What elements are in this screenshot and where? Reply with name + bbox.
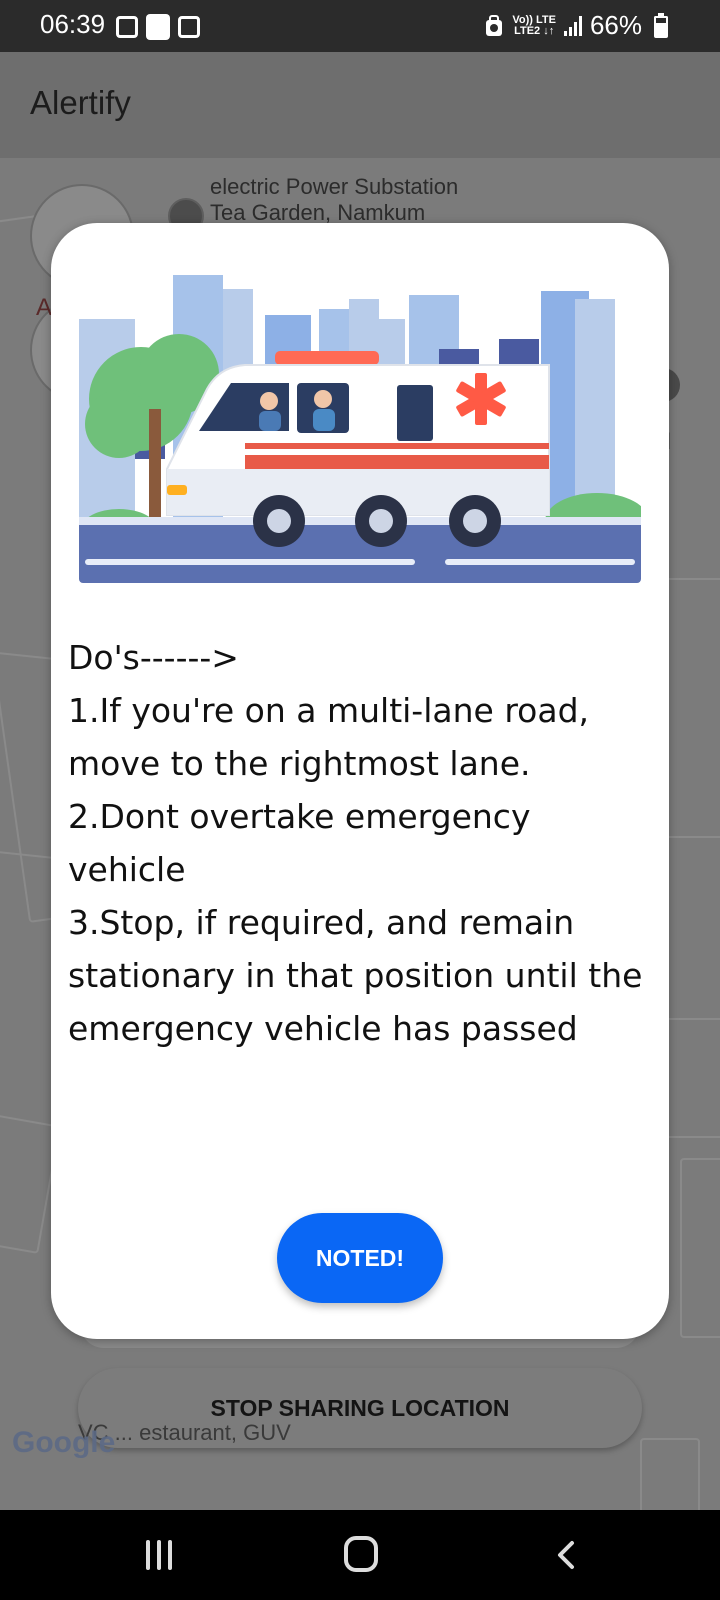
dos-dialog: Do's------> 1.If you're on a multi-lane … <box>51 223 669 1339</box>
status-icons-right: Vo)) LTE LTE2 ↓↑ 66% <box>484 10 670 41</box>
camera-icon <box>178 16 200 38</box>
map-place-line1: electric Power Substation <box>210 174 459 199</box>
back-icon[interactable] <box>552 1540 582 1570</box>
status-icons-left <box>116 14 200 40</box>
map-road <box>640 1438 700 1510</box>
puzzle-icon <box>146 14 170 40</box>
ambulance-illustration <box>79 275 641 583</box>
network-indicator: Vo)) LTE LTE2 ↓↑ <box>512 13 556 37</box>
app-title: Alertify <box>30 84 131 121</box>
network-bottom-label: LTE2 ↓↑ <box>514 24 555 37</box>
gallery-icon <box>116 16 138 38</box>
network-top-label: Vo)) LTE <box>512 13 556 26</box>
signal-icon <box>563 15 582 36</box>
map-road <box>680 1158 720 1338</box>
status-bar: 06:39 Vo)) LTE LTE2 ↓↑ 66% <box>0 0 720 52</box>
map-place-label: electric Power Substation Tea Garden, Na… <box>210 174 458 226</box>
app-header: Alertify <box>0 52 720 158</box>
battery-icon <box>654 13 668 38</box>
map-road <box>660 1018 720 1138</box>
google-logo: Google <box>12 1426 116 1459</box>
navigation-bar <box>0 1510 720 1600</box>
battery-percentage: 66% <box>589 10 642 40</box>
dos-instructions-text: Do's------> 1.If you're on a multi-lane … <box>68 638 643 1048</box>
background-letter: A <box>36 294 53 321</box>
recycle-icon <box>486 14 503 36</box>
status-time: 06:39 <box>40 9 106 39</box>
home-icon[interactable] <box>344 1536 378 1572</box>
recents-icon[interactable] <box>146 1540 172 1570</box>
noted-button[interactable]: NOTED! <box>277 1213 443 1303</box>
